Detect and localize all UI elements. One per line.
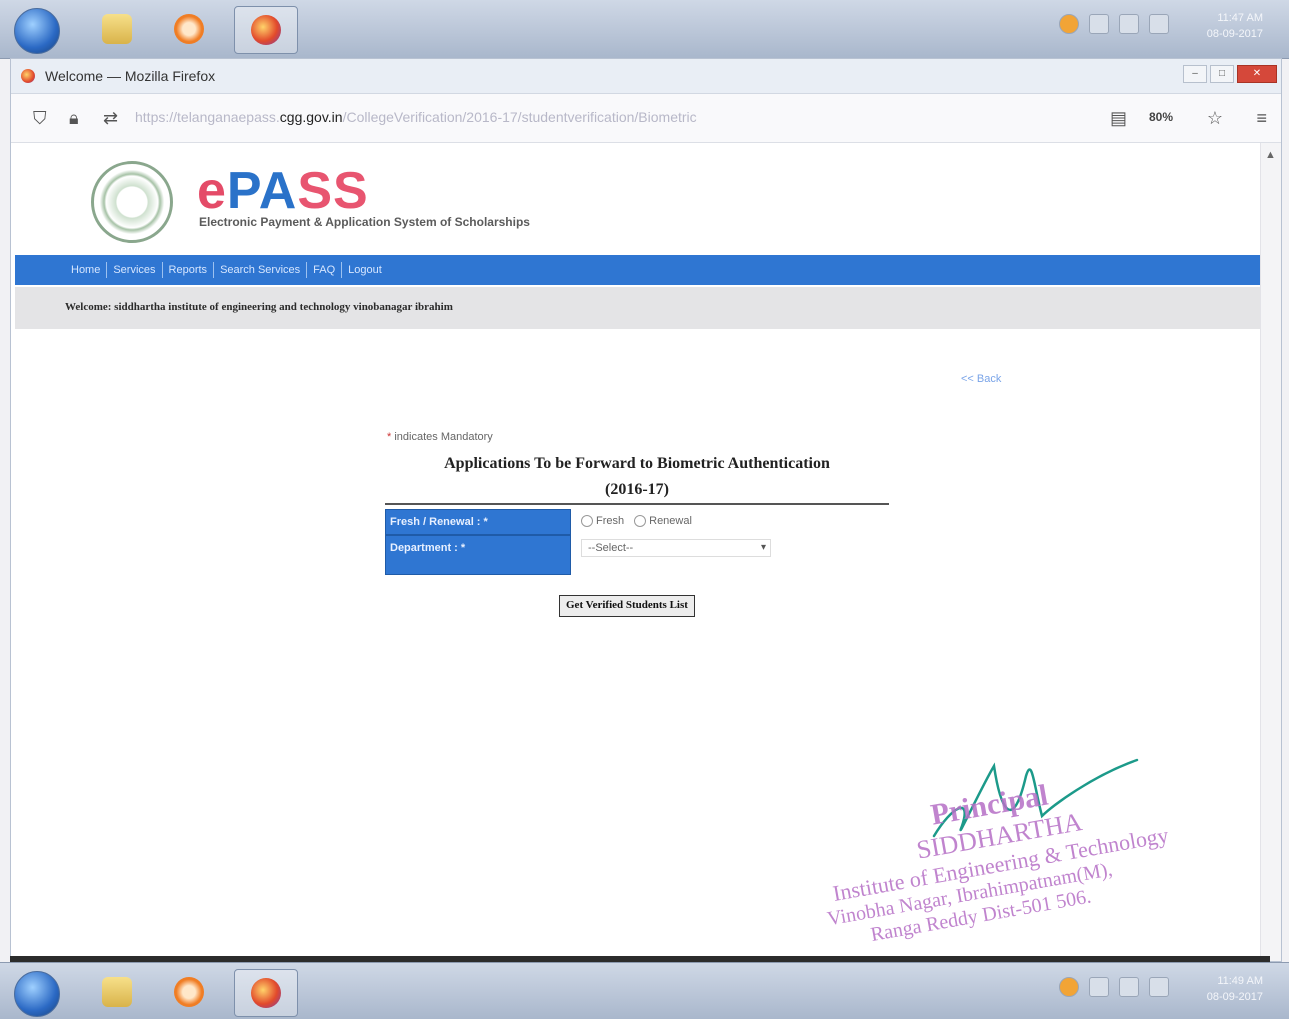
clock-date: 08-09-2017 [1206, 991, 1263, 1003]
bookmark-star-icon[interactable]: ☆ [1207, 108, 1223, 129]
media-player-icon [174, 977, 204, 1007]
taskbar-bottom: 11:49 AM 08-09-2017 [0, 962, 1289, 1019]
welcome-bar: Welcome: siddhartha institute of enginee… [15, 287, 1261, 329]
fresh-renewal-radio-group: Fresh Renewal [581, 515, 692, 528]
zoom-level[interactable]: 80% [1149, 110, 1173, 124]
folder-icon [102, 14, 132, 44]
menu-item-home[interactable]: Home [65, 262, 108, 278]
brand-e: e [197, 162, 227, 220]
fresh-radio[interactable]: Fresh [581, 515, 625, 528]
renewal-option-label: Renewal [649, 515, 692, 527]
system-tray [1059, 14, 1169, 34]
windows-start-icon[interactable] [14, 8, 60, 54]
scroll-up-icon[interactable]: ▲ [1265, 149, 1276, 161]
department-label-cell: Department : * [385, 535, 571, 575]
permissions-icon[interactable]: ⇄ [103, 108, 118, 129]
clock-time: 11:49 AM [1217, 975, 1263, 987]
firefox-icon [21, 69, 35, 83]
clock-date: 08-09-2017 [1206, 28, 1263, 40]
folder-icon [102, 977, 132, 1007]
telangana-emblem-logo [91, 161, 173, 243]
windows-start-icon[interactable] [14, 971, 60, 1017]
explorer-taskbar-button[interactable] [86, 6, 148, 52]
url-path: /CollegeVerification/2016-17/studentveri… [342, 109, 697, 125]
window-titlebar: Welcome — Mozilla Firefox – □ ✕ [11, 59, 1281, 94]
close-button[interactable]: ✕ [1237, 65, 1277, 83]
browser-navbar: ⛉ 🔒︎ ⇄ https://telanganaepass.cgg.gov.in… [11, 94, 1281, 143]
department-value-cell: --Select-- ▾ [575, 535, 889, 575]
url-prefix: https://telanganaepass. [135, 109, 280, 125]
reader-view-icon[interactable]: ▤ [1110, 108, 1127, 129]
site-tagline: Electronic Payment & Application System … [199, 215, 530, 229]
back-link[interactable]: << Back [961, 373, 1001, 385]
brand-ss: SS [297, 162, 369, 220]
volume-icon[interactable] [1149, 14, 1169, 34]
media-player-taskbar-button[interactable] [158, 6, 220, 52]
lock-icon[interactable]: 🔒︎ [69, 108, 79, 129]
volume-icon[interactable] [1149, 977, 1169, 997]
minimize-button[interactable]: – [1183, 65, 1207, 83]
menu-item-search-services[interactable]: Search Services [214, 262, 308, 278]
flag-icon[interactable] [1119, 977, 1139, 997]
radio-circle-icon [581, 515, 593, 528]
network-icon[interactable] [1089, 14, 1109, 34]
fresh-renewal-label-cell: Fresh / Renewal : * [385, 509, 571, 535]
mandatory-text: indicates Mandatory [394, 431, 493, 443]
taskbar-top: 11:47 AM 08-09-2017 [0, 0, 1289, 59]
welcome-text: Welcome: siddhartha institute of enginee… [65, 301, 453, 313]
department-row: Department : * --Select-- ▾ [385, 535, 889, 575]
firefox-icon [251, 15, 281, 45]
menu-item-logout[interactable]: Logout [342, 262, 388, 278]
form-table: Fresh / Renewal : * Fresh Renewal Depart… [385, 509, 889, 575]
media-player-taskbar-button[interactable] [158, 969, 220, 1015]
get-verified-students-button[interactable]: Get Verified Students List [559, 595, 695, 617]
firefox-taskbar-button[interactable] [234, 6, 298, 54]
form-divider [385, 503, 889, 505]
vertical-scrollbar[interactable]: ▲ [1260, 143, 1281, 961]
shield-icon[interactable]: ⛉ [33, 108, 47, 129]
media-player-icon [174, 14, 204, 44]
fresh-renewal-label: Fresh / Renewal : * [390, 516, 488, 528]
url-domain: cgg.gov.in [279, 109, 343, 125]
window-controls: – □ ✕ [1183, 65, 1277, 83]
mandatory-star: * [387, 431, 392, 443]
firefox-icon [251, 978, 281, 1008]
tray-app-icon[interactable] [1059, 14, 1079, 34]
fresh-renewal-value-cell: Fresh Renewal [575, 509, 889, 535]
flag-icon[interactable] [1119, 14, 1139, 34]
clock-time: 11:47 AM [1217, 12, 1263, 24]
renewal-radio[interactable]: Renewal [634, 515, 692, 528]
form-title: Applications To be Forward to Biometric … [385, 451, 889, 503]
menu-icon[interactable]: ≡ [1256, 108, 1267, 129]
brand-pa: PA [226, 162, 298, 220]
fresh-renewal-row: Fresh / Renewal : * Fresh Renewal [385, 509, 889, 535]
network-icon[interactable] [1089, 977, 1109, 997]
maximize-button[interactable]: □ [1210, 65, 1234, 83]
form-title-year: (2016-17) [605, 481, 669, 498]
system-tray [1059, 977, 1169, 997]
chevron-down-icon: ▾ [760, 542, 766, 553]
tray-app-icon[interactable] [1059, 977, 1079, 997]
department-label: Department : * [390, 542, 466, 554]
menu-item-reports[interactable]: Reports [163, 262, 215, 278]
address-bar[interactable]: https://telanganaepass.cgg.gov.in/Colleg… [135, 109, 697, 125]
department-selected-value: --Select-- [588, 542, 634, 554]
mandatory-note: * indicates Mandatory [387, 431, 493, 443]
epass-logo[interactable]: ePASS [197, 161, 369, 221]
fresh-option-label: Fresh [596, 515, 625, 527]
taskbar-clock[interactable]: 11:49 AM 08-09-2017 [1183, 973, 1263, 1005]
main-menu: Home Services Reports Search Services FA… [15, 255, 1261, 285]
form-title-line1: Applications To be Forward to Biometric … [444, 455, 830, 472]
department-select[interactable]: --Select-- ▾ [581, 539, 771, 557]
radio-circle-icon [634, 515, 647, 528]
window-title: Welcome — Mozilla Firefox [45, 68, 216, 84]
menu-item-faq[interactable]: FAQ [307, 262, 343, 278]
menu-item-services[interactable]: Services [107, 262, 163, 278]
explorer-taskbar-button[interactable] [86, 969, 148, 1015]
firefox-taskbar-button[interactable] [234, 969, 298, 1017]
taskbar-clock[interactable]: 11:47 AM 08-09-2017 [1183, 10, 1263, 42]
